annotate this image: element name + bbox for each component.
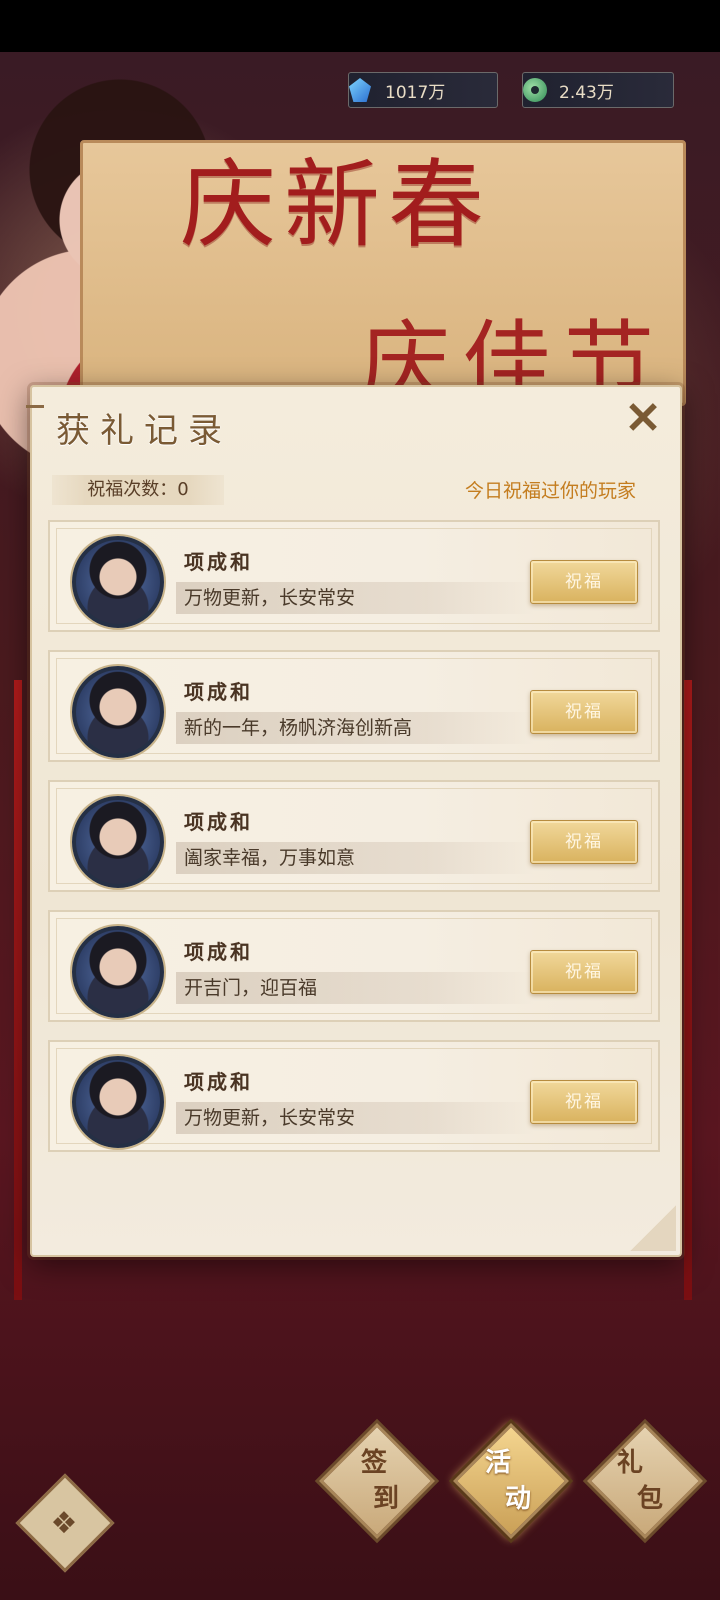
- crystal-icon: [347, 76, 375, 104]
- bless-button[interactable]: 祝福: [530, 950, 638, 994]
- right-scroll-rail: [684, 680, 692, 1300]
- bless-button[interactable]: 祝福: [530, 820, 638, 864]
- status-bar: [0, 0, 720, 52]
- banner-title-line1: 庆新春: [180, 149, 492, 261]
- blessing-message: 万物更新，长安常安: [176, 1102, 534, 1134]
- blessing-message: 万物更新，长安常安: [176, 582, 534, 614]
- left-scroll-rail: [14, 680, 22, 1300]
- today-blessed-players-link[interactable]: 今日祝福过你的玩家: [465, 476, 636, 503]
- avatar[interactable]: [72, 666, 164, 758]
- bless-button[interactable]: 祝福: [530, 1080, 638, 1124]
- dialog-title: 获礼记录: [56, 411, 232, 451]
- avatar[interactable]: [72, 926, 164, 1018]
- player-name: 项成和: [184, 550, 253, 574]
- player-name: 项成和: [184, 1070, 253, 1094]
- jade-coin-icon: [521, 76, 549, 104]
- blessing-message: 阖家幸福，万事如意: [176, 842, 534, 874]
- nav-gift-pack-label-top: 礼: [616, 1448, 643, 1478]
- avatar[interactable]: [72, 536, 164, 628]
- player-name: 项成和: [184, 810, 253, 834]
- bless-button[interactable]: 祝福: [530, 690, 638, 734]
- list-item: 项成和 开吉门，迎百福 祝福: [48, 910, 660, 1022]
- menu-icon: ❖: [50, 1506, 78, 1541]
- crystal-amount: 1017万: [385, 82, 446, 103]
- avatar[interactable]: [72, 796, 164, 888]
- player-name: 项成和: [184, 680, 253, 704]
- nav-checkin-label-top: 签: [360, 1448, 387, 1478]
- list-item: 项成和 阖家幸福，万事如意 祝福: [48, 780, 660, 892]
- blessing-message: 开吉门，迎百福: [176, 972, 534, 1004]
- list-item: 项成和 万物更新，长安常安 祝福: [48, 1040, 660, 1152]
- title-ornament: [26, 405, 44, 408]
- player-name: 项成和: [184, 940, 253, 964]
- page-curl-decoration: [630, 1205, 676, 1251]
- blessing-count: 祝福次数：0: [52, 475, 224, 505]
- avatar[interactable]: [72, 1056, 164, 1148]
- nav-activity-label-top: 活: [484, 1448, 511, 1478]
- crystal-currency[interactable]: 1017万: [348, 72, 498, 108]
- blessing-message: 新的一年，杨帆济海创新高: [176, 712, 534, 744]
- jade-amount: 2.43万: [559, 82, 614, 103]
- nav-checkin-label-bottom: 到: [372, 1484, 399, 1514]
- jade-currency[interactable]: 2.43万: [522, 72, 674, 108]
- bless-button[interactable]: 祝福: [530, 560, 638, 604]
- nav-activity-label-bottom: 动: [504, 1484, 531, 1514]
- list-item: 项成和 万物更新，长安常安 祝福: [48, 520, 660, 632]
- close-icon[interactable]: ✕: [620, 396, 666, 442]
- list-item: 项成和 新的一年，杨帆济海创新高 祝福: [48, 650, 660, 762]
- nav-gift-pack-label-bottom: 包: [636, 1484, 663, 1514]
